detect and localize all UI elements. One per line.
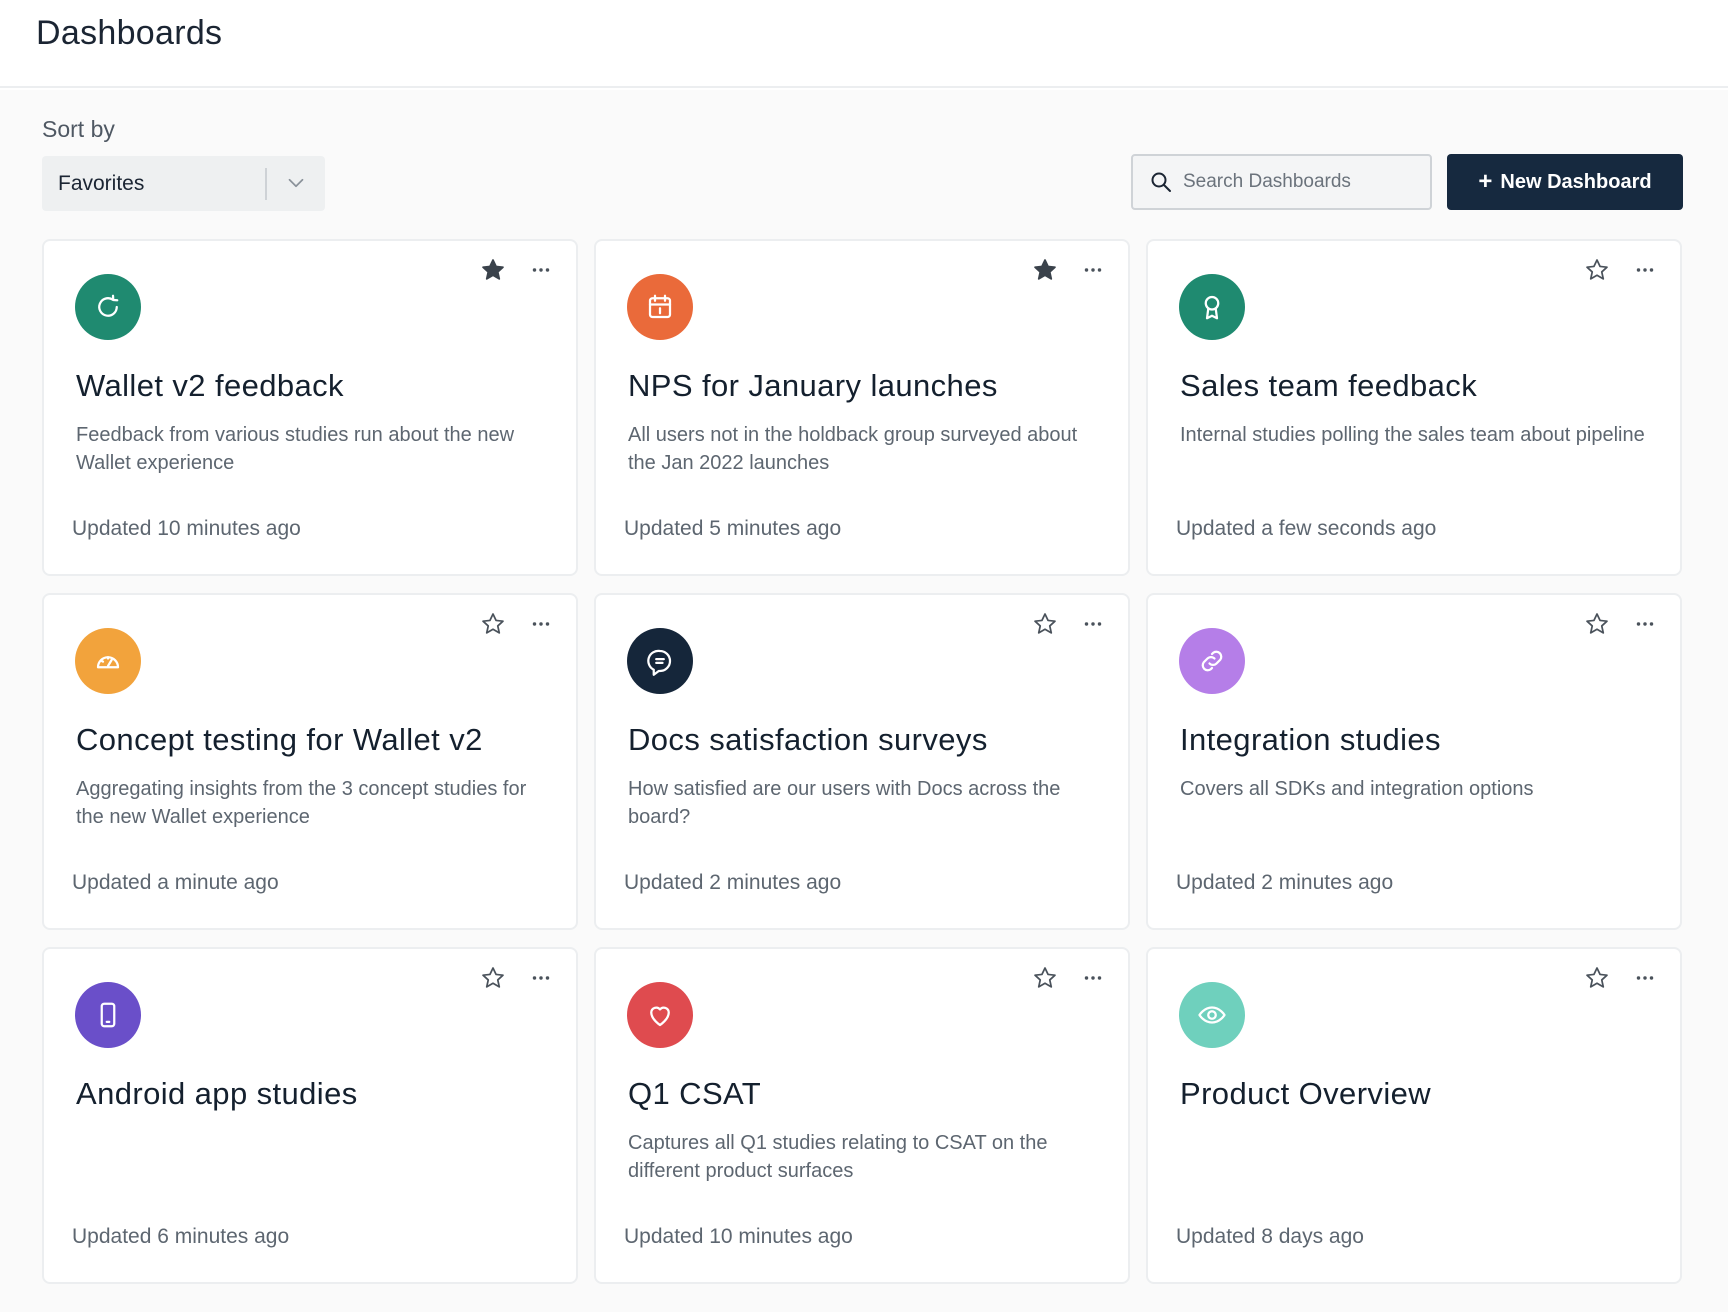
- more-options-icon[interactable]: [528, 611, 554, 637]
- card-description: Captures all Q1 studies relating to CSAT…: [628, 1132, 1048, 1182]
- new-dashboard-button[interactable]: + New Dashboard: [1447, 154, 1683, 210]
- card-title[interactable]: Q1 CSAT: [628, 1076, 1098, 1112]
- card-description: Aggregating insights from the 3 concept …: [76, 778, 527, 828]
- card-updated-timestamp: Updated 5 minutes ago: [624, 517, 842, 540]
- refresh-icon: [98, 294, 119, 317]
- dashboard-card[interactable]: Integration studies Covers all SDKs and …: [1146, 593, 1682, 930]
- search-icon: [1151, 172, 1171, 192]
- card-updated-timestamp: Updated 2 minutes ago: [624, 871, 842, 894]
- more-options-icon[interactable]: [1632, 611, 1658, 637]
- dashboard-icon-badge: [627, 628, 693, 694]
- card-updated-timestamp: Updated 10 minutes ago: [72, 517, 301, 540]
- search-box[interactable]: [1131, 154, 1432, 210]
- star-outline-icon[interactable]: [480, 965, 506, 991]
- card-title[interactable]: Sales team feedback: [1180, 368, 1650, 404]
- top-bar: Dashboards: [0, 0, 1728, 88]
- more-options-icon[interactable]: [1080, 611, 1106, 637]
- dashboard-icon-badge: [627, 274, 693, 340]
- more-options-icon[interactable]: [1632, 965, 1658, 991]
- card-title[interactable]: Wallet v2 feedback: [76, 368, 546, 404]
- dashboard-card[interactable]: Q1 CSAT Captures all Q1 studies relating…: [594, 947, 1130, 1284]
- card-description: How satisfied are our users with Docs ac…: [628, 778, 1061, 828]
- card-description: Covers all SDKs and integration options: [1180, 778, 1534, 800]
- dashboard-icon-badge: [627, 982, 693, 1048]
- card-updated-timestamp: Updated 6 minutes ago: [72, 1225, 290, 1248]
- star-outline-icon[interactable]: [1584, 257, 1610, 283]
- phone-icon: [100, 1002, 116, 1028]
- card-description: Feedback from various studies run about …: [76, 424, 515, 474]
- sort-divider: [265, 168, 267, 200]
- more-options-icon[interactable]: [528, 965, 554, 991]
- star-outline-icon[interactable]: [1584, 965, 1610, 991]
- card-title[interactable]: Concept testing for Wallet v2: [76, 722, 546, 758]
- new-dashboard-label: New Dashboard: [1500, 170, 1652, 193]
- dashboard-icon-badge: [1179, 274, 1245, 340]
- card-title[interactable]: Integration studies: [1180, 722, 1650, 758]
- more-options-icon[interactable]: [1632, 257, 1658, 283]
- chevron-down-icon[interactable]: [283, 170, 309, 196]
- dashboard-card[interactable]: NPS for January launches All users not i…: [594, 239, 1130, 576]
- card-updated-timestamp: Updated 8 days ago: [1176, 1225, 1364, 1248]
- card-title[interactable]: Product Overview: [1180, 1076, 1650, 1112]
- award-icon: [1204, 295, 1220, 320]
- dashboard-card[interactable]: Concept testing for Wallet v2 Aggregatin…: [42, 593, 578, 930]
- calendar-icon: [648, 294, 672, 319]
- sort-selected-value: Favorites: [58, 172, 145, 195]
- heart-icon: [650, 1006, 670, 1027]
- star-outline-icon[interactable]: [1032, 965, 1058, 991]
- dashboard-icon-badge: [1179, 628, 1245, 694]
- dashboard-card[interactable]: Product Overview Updated 8 days ago: [1146, 947, 1682, 1284]
- card-updated-timestamp: Updated 10 minutes ago: [624, 1225, 853, 1248]
- search-input[interactable]: [1183, 164, 1423, 200]
- more-options-icon[interactable]: [528, 257, 554, 283]
- dashboard-card[interactable]: Docs satisfaction surveys How satisfied …: [594, 593, 1130, 930]
- dashboard-icon-badge: [75, 982, 141, 1048]
- star-filled-icon[interactable]: [1032, 257, 1058, 283]
- gauge-icon: [96, 656, 120, 669]
- card-title[interactable]: Docs satisfaction surveys: [628, 722, 1098, 758]
- main-content: Sort by Favorites + New Dashboard Wallet…: [0, 90, 1728, 1312]
- card-description: Internal studies polling the sales team …: [1180, 424, 1645, 446]
- dashboard-icon-badge: [75, 274, 141, 340]
- star-outline-icon[interactable]: [1584, 611, 1610, 637]
- card-updated-timestamp: Updated 2 minutes ago: [1176, 871, 1394, 894]
- card-description: All users not in the holdback group surv…: [628, 424, 1078, 474]
- more-options-icon[interactable]: [1080, 965, 1106, 991]
- star-outline-icon[interactable]: [1032, 611, 1058, 637]
- star-filled-icon[interactable]: [480, 257, 506, 283]
- page-title: Dashboards: [36, 14, 223, 52]
- dashboard-icon-badge: [1179, 982, 1245, 1048]
- eye-icon: [1198, 1006, 1226, 1024]
- star-outline-icon[interactable]: [480, 611, 506, 637]
- dashboard-grid: Wallet v2 feedback Feedback from various…: [42, 239, 1682, 1284]
- link-icon: [1201, 650, 1223, 672]
- sort-select[interactable]: Favorites: [42, 156, 325, 211]
- plus-icon: +: [1478, 168, 1493, 195]
- more-options-icon[interactable]: [1080, 257, 1106, 283]
- dashboard-card[interactable]: Android app studies Updated 6 minutes ag…: [42, 947, 578, 1284]
- sort-label: Sort by: [42, 116, 115, 142]
- dashboard-icon-badge: [75, 628, 141, 694]
- dashboard-card[interactable]: Sales team feedback Internal studies pol…: [1146, 239, 1682, 576]
- card-updated-timestamp: Updated a few seconds ago: [1176, 517, 1437, 540]
- card-updated-timestamp: Updated a minute ago: [72, 871, 279, 894]
- card-title[interactable]: NPS for January launches: [628, 368, 1098, 404]
- card-title[interactable]: Android app studies: [76, 1076, 546, 1112]
- dashboard-card[interactable]: Wallet v2 feedback Feedback from various…: [42, 239, 578, 576]
- chat-icon: [647, 649, 672, 676]
